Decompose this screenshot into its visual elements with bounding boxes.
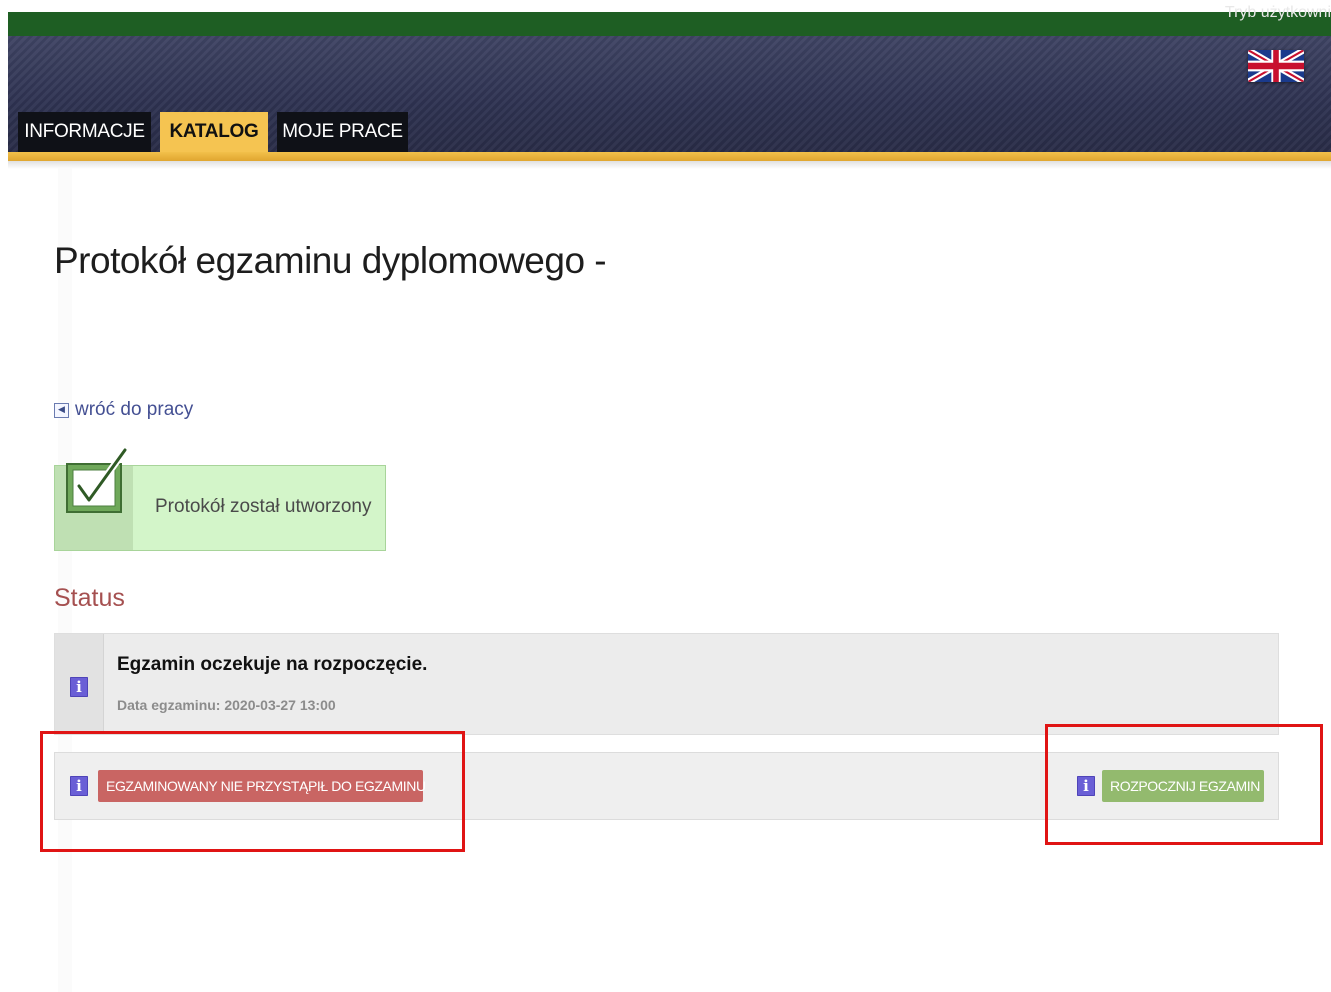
checkmark-icon — [66, 446, 129, 513]
highlight-frame-left — [40, 731, 465, 852]
user-mode-text: Tryb użytkowni — [1224, 4, 1331, 21]
status-title: Egzamin oczekuje na rozpoczęcie. — [117, 654, 428, 675]
tab-moje-prace[interactable]: MOJE PRACE — [277, 112, 408, 152]
back-arrow-icon: ◀ — [54, 402, 69, 418]
info-icon: i — [70, 677, 88, 697]
content-column — [58, 168, 72, 992]
uk-flag-icon[interactable] — [1248, 50, 1304, 82]
success-message-text: Protokół został utworzony — [155, 496, 372, 517]
exam-date: Data egzaminu: 2020-03-27 13:00 — [117, 697, 336, 713]
back-to-thesis-link[interactable]: ◀ wróć do pracy — [54, 398, 193, 422]
back-link-label: wróć do pracy — [75, 399, 194, 420]
tab-katalog[interactable]: KATALOG — [160, 112, 268, 152]
highlight-frame-right — [1045, 724, 1323, 845]
tab-informacje[interactable]: INFORMACJE — [18, 112, 151, 152]
header-divider — [8, 152, 1331, 161]
status-heading: Status — [54, 584, 125, 612]
header-shadow — [8, 161, 1331, 169]
status-panel: i Egzamin oczekuje na rozpoczęcie. Data … — [54, 633, 1279, 735]
page-title: Protokół egzaminu dyplomowego - — [54, 240, 607, 281]
success-message: Protokół został utworzony — [54, 446, 386, 551]
top-bar: Tryb użytkowni — [8, 4, 1331, 36]
